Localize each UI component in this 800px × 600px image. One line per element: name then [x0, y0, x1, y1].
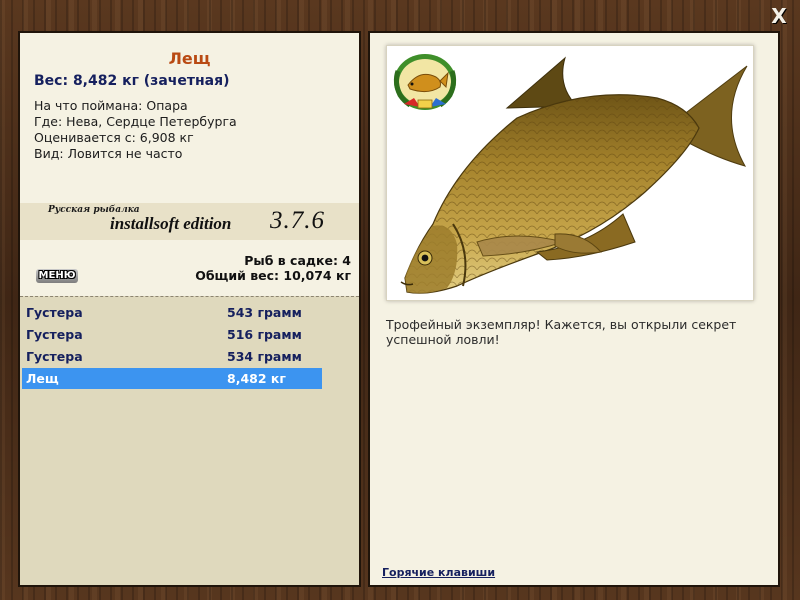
catch-row[interactable]: Густера 516 грамм	[22, 324, 322, 345]
fish-image-panel: Трофейный экземпляр! Кажется, вы открыли…	[368, 31, 780, 587]
catch-row[interactable]: Густера 543 грамм	[22, 302, 322, 323]
info-location: Где: Нева, Сердце Петербурга	[34, 114, 237, 129]
hotkeys-link[interactable]: Горячие клавиши	[382, 566, 495, 579]
catch-weight: 543 грамм	[227, 305, 302, 320]
menu-button[interactable]: МЕНЮ	[36, 269, 78, 283]
fish-name-title: Лещ	[168, 49, 211, 68]
info-species: Вид: Ловится не часто	[34, 146, 182, 161]
banner-version: 3.7.6	[270, 207, 325, 234]
info-location-value: Нева, Сердце Петербурга	[66, 114, 237, 129]
fish-image-frame	[386, 45, 754, 301]
catch-weight: 516 грамм	[227, 327, 302, 342]
catch-name: Густера	[26, 305, 83, 320]
info-bait: На что поймана: Опара	[34, 98, 188, 113]
close-icon[interactable]: X	[768, 4, 790, 28]
catch-row[interactable]: Густера 534 грамм	[22, 346, 322, 367]
cage-summary: Рыб в садке: 4 Общий вес: 10,074 кг	[195, 253, 351, 283]
trophy-message: Трофейный экземпляр! Кажется, вы открыли…	[386, 317, 737, 347]
info-rated-label: Оценивается с:	[34, 130, 136, 145]
fish-info-panel: Лещ Вес: 8,482 кг (зачетная) На что пойм…	[18, 31, 361, 587]
catch-list: Густера 543 грамм Густера 516 грамм Густ…	[20, 296, 359, 585]
info-bait-value: Опара	[146, 98, 188, 113]
catch-name: Густера	[26, 327, 83, 342]
catch-name: Густера	[26, 349, 83, 364]
fish-weight: Вес: 8,482 кг (зачетная)	[34, 73, 230, 89]
catch-weight: 8,482 кг	[227, 371, 286, 386]
info-rated-value: 6,908 кг	[139, 130, 194, 145]
catch-weight: 534 грамм	[227, 349, 302, 364]
info-species-value: Ловится не часто	[67, 146, 183, 161]
catch-name: Лещ	[26, 371, 59, 386]
info-location-label: Где:	[34, 114, 63, 129]
banner-edition: installsoft edition	[110, 214, 232, 233]
info-rated-from: Оценивается с: 6,908 кг	[34, 130, 194, 145]
cage-count: Рыб в садке: 4	[244, 253, 351, 268]
info-bait-label: На что поймана:	[34, 98, 143, 113]
bream-fish-image	[400, 56, 748, 294]
catch-row-selected[interactable]: Лещ 8,482 кг	[22, 368, 322, 389]
info-species-label: Вид:	[34, 146, 64, 161]
cage-total-weight: Общий вес: 10,074 кг	[195, 268, 351, 283]
